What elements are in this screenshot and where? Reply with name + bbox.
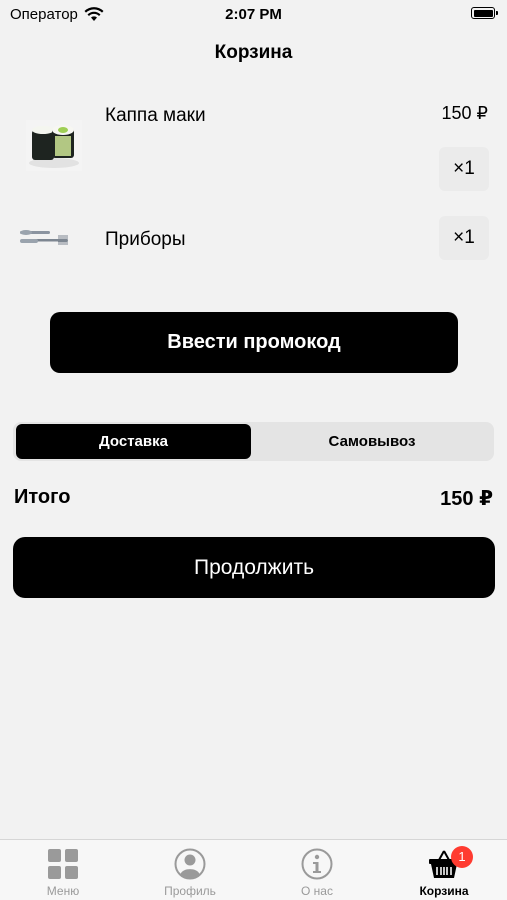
tab-label: О нас (301, 884, 333, 898)
segment-pickup[interactable]: Самовывоз (253, 424, 491, 459)
quantity-button[interactable]: ×1 (439, 147, 489, 191)
page-title: Корзина (214, 42, 293, 63)
total-value: 150 ₽ (440, 488, 493, 510)
cart-count-badge: 1 (451, 846, 473, 868)
tab-label: Меню (46, 884, 80, 898)
tab-profile[interactable]: Профиль (127, 840, 253, 900)
grid-icon (48, 849, 78, 879)
tab-menu[interactable]: Меню (0, 840, 126, 900)
segment-delivery[interactable]: Доставка (16, 424, 251, 459)
info-icon (301, 848, 333, 880)
continue-button[interactable]: Продолжить (13, 537, 495, 598)
battery-icon (471, 7, 498, 19)
tab-bar: Меню Профиль О нас 1 Корзина (0, 839, 507, 900)
item-price: 150 ₽ (441, 103, 489, 123)
item-name: Приборы (105, 229, 186, 250)
delivery-method-toggle: Доставка Самовывоз (13, 422, 494, 461)
item-name: Каппа маки (105, 105, 206, 126)
person-icon (174, 848, 206, 880)
quantity-button[interactable]: ×1 (439, 216, 489, 260)
enter-promo-code-button[interactable]: Ввести промокод (50, 312, 458, 373)
tab-cart[interactable]: 1 Корзина (381, 840, 507, 900)
clock: 2:07 PM (225, 6, 282, 23)
tab-label: Профиль (164, 884, 216, 898)
tab-about[interactable]: О нас (254, 840, 380, 900)
status-bar: Оператор 2:07 PM (0, 0, 507, 30)
cutlery-photo (20, 230, 68, 245)
total-label: Итого (14, 486, 71, 508)
sushi-roll-photo (26, 120, 82, 171)
tab-label: Корзина (419, 884, 469, 898)
